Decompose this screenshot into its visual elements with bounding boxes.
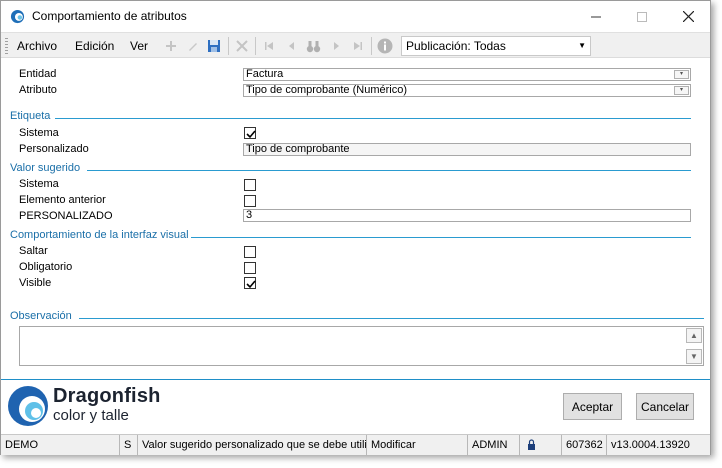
section-observacion-line [79,318,704,319]
saltar-checkbox[interactable] [244,246,256,258]
add-button[interactable] [162,37,180,55]
search-button[interactable] [304,37,322,55]
valor-personalizado-input[interactable]: 3 [243,209,691,222]
etiqueta-personalizado-input[interactable]: Tipo de comprobante [243,143,691,156]
visible-label: Visible [19,277,52,289]
valor-elemento-anterior-checkbox[interactable] [244,195,256,207]
entidad-label: Entidad [19,68,57,80]
check-icon [246,130,256,139]
save-button[interactable] [205,37,223,55]
section-interfaz-title: Comportamiento de la interfaz visual [10,229,189,241]
toolbar: Archivo Edición Ver Publicación: Todas ▼ [1,32,710,58]
publication-select[interactable]: Publicación: Todas ▼ [401,36,591,56]
etiqueta-personalizado-value: Tipo de comprobante [246,143,350,155]
minimize-button[interactable] [573,1,619,32]
maximize-icon [637,11,647,22]
atributo-value: Tipo de comprobante (Numérico) [246,84,407,96]
status-lock-cell [520,435,562,456]
lock-icon [528,439,535,450]
atributo-dropdown-icon[interactable]: ▾ [674,86,689,95]
scroll-down-icon[interactable]: ▼ [686,349,702,364]
binoculars-icon [306,40,320,52]
edit-button[interactable] [184,37,202,55]
toolbar-grip[interactable] [5,38,8,54]
valor-personalizado-value: 3 [246,209,253,221]
etiqueta-sistema-checkbox[interactable] [244,127,256,139]
title-bar: Comportamiento de atributos [1,1,710,32]
status-number: 607362 [562,435,607,456]
next-icon [334,42,339,50]
first-record-button[interactable] [260,37,278,55]
close-button[interactable] [665,1,711,32]
first-icon [265,42,273,50]
etiqueta-sistema-label: Sistema [19,127,59,139]
brand-name: Dragonfish [53,385,161,407]
plus-icon [166,41,176,51]
section-etiqueta-line [55,118,691,119]
check-icon [246,280,256,289]
last-icon [354,42,362,50]
maximize-button[interactable] [619,1,665,32]
publication-select-value: Publicación: Todas [406,39,506,53]
window-title: Comportamiento de atributos [32,9,187,23]
dialog-window: Comportamiento de atributos Archivo Edic… [0,0,711,456]
obligatorio-label: Obligatorio [19,261,73,273]
entidad-combo[interactable]: Factura ▾ [243,68,691,81]
status-action: Modificar [367,435,468,456]
status-env: DEMO [1,435,120,456]
visible-checkbox[interactable] [244,277,256,289]
entidad-value: Factura [246,68,284,80]
valor-elemento-anterior-label: Elemento anterior [19,194,106,206]
section-valor-sugerido-title: Valor sugerido [10,162,81,174]
last-record-button[interactable] [349,37,367,55]
status-bar: DEMO S Valor sugerido personalizado que … [1,434,710,456]
status-version: v13.0004.13920 [611,439,690,451]
close-icon [682,11,694,22]
previous-icon [289,42,294,50]
menu-archivo[interactable]: Archivo [17,39,57,53]
atributo-label: Atributo [19,84,57,96]
cancelar-button[interactable]: Cancelar [636,393,694,420]
aceptar-button[interactable]: Aceptar [563,393,622,420]
status-message: Valor sugerido personalizado que se debe… [138,435,367,456]
dragonfish-logo-icon [8,386,48,426]
menu-ver[interactable]: Ver [130,39,148,53]
section-etiqueta-title: Etiqueta [10,110,51,122]
section-valor-sugerido-line [87,170,691,171]
app-logo-icon [10,9,25,24]
entidad-dropdown-icon[interactable]: ▾ [674,70,689,79]
obligatorio-checkbox[interactable] [244,262,256,274]
next-record-button[interactable] [327,37,345,55]
saltar-label: Saltar [19,245,48,257]
status-user: ADMIN [468,435,520,456]
footer-divider [1,379,710,380]
section-observacion-title: Observación [10,310,72,322]
info-button[interactable] [376,37,394,55]
status-mode-flag: S [120,435,138,456]
previous-record-button[interactable] [283,37,301,55]
etiqueta-personalizado-label: Personalizado [19,143,89,155]
minimize-icon [591,16,601,17]
scroll-up-icon[interactable]: ▲ [686,328,702,343]
menu-edicion[interactable]: Edición [75,39,114,53]
valor-personalizado-label: PERSONALIZADO [19,210,113,222]
delete-x-icon [236,40,248,52]
dropdown-arrow-icon: ▼ [578,41,586,50]
section-interfaz-line [191,237,691,238]
save-icon [208,40,220,52]
observacion-textarea[interactable]: ▲ ▼ [19,326,704,366]
valor-sistema-checkbox[interactable] [244,179,256,191]
delete-button[interactable] [233,37,251,55]
pencil-icon [189,43,197,51]
atributo-combo[interactable]: Tipo de comprobante (Numérico) ▾ [243,84,691,97]
valor-sistema-label: Sistema [19,178,59,190]
brand-tagline: color y talle [53,407,129,424]
info-icon [377,38,393,54]
